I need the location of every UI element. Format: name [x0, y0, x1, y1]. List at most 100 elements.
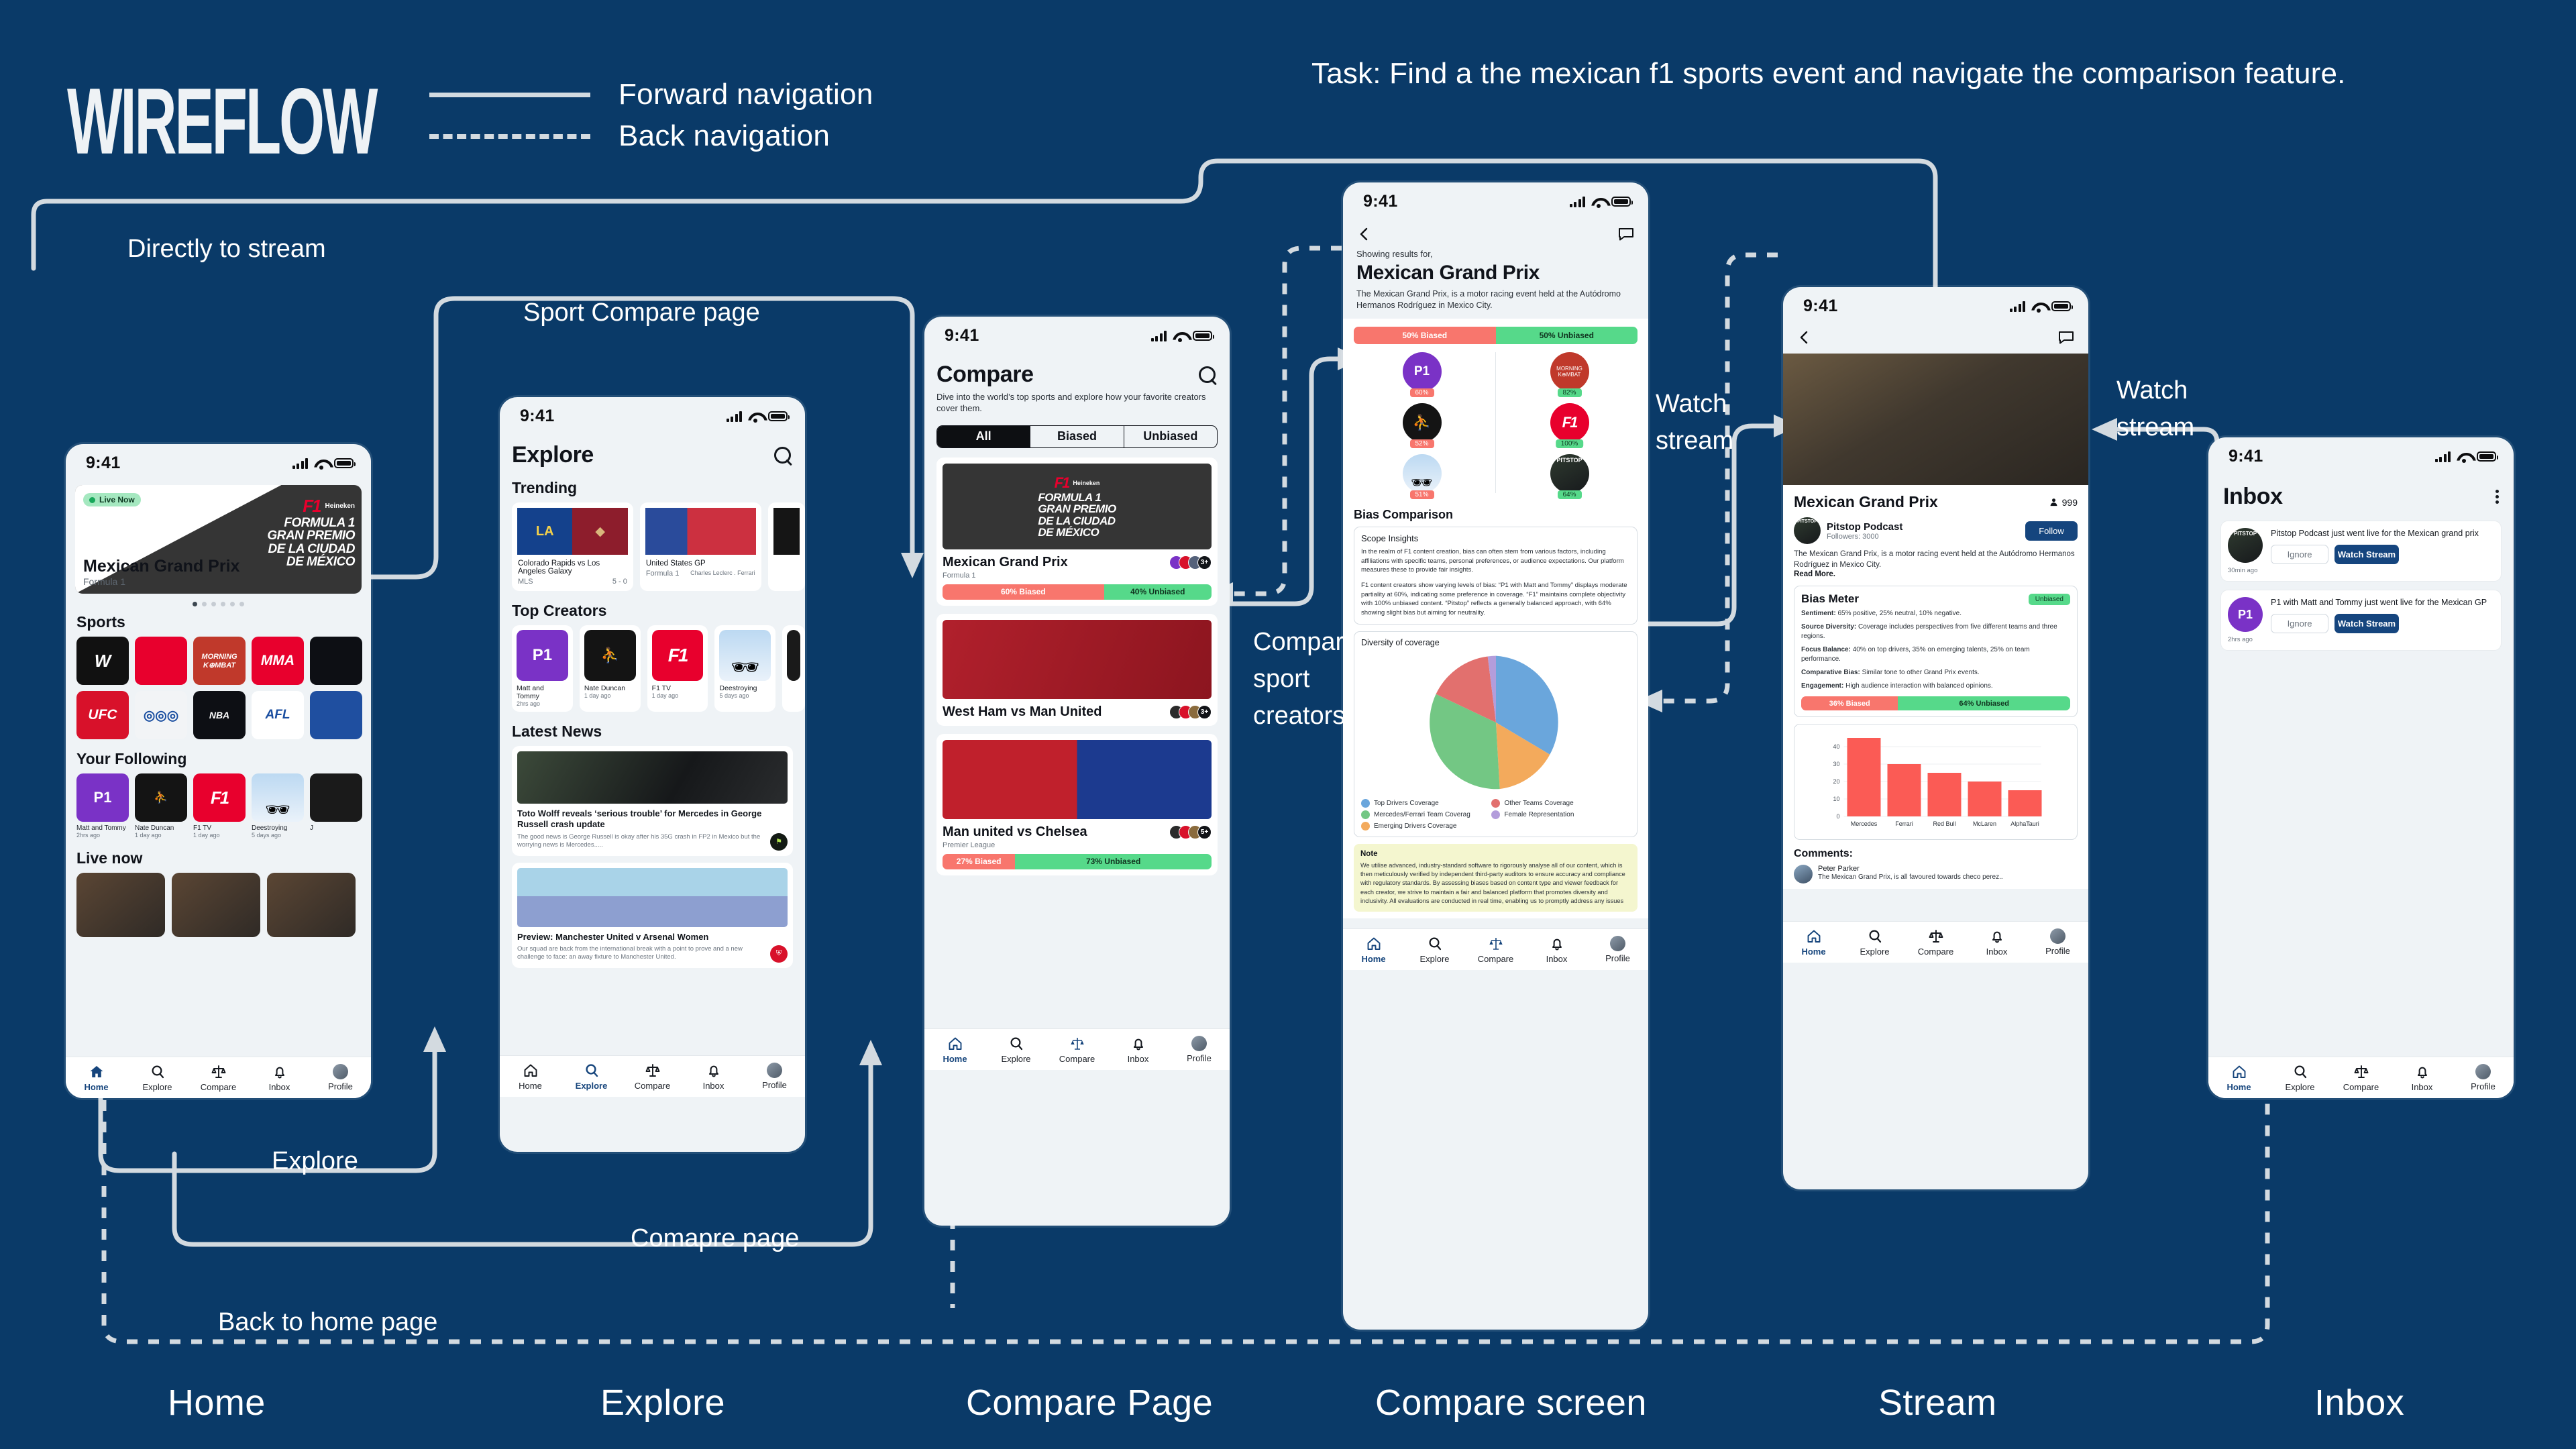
- tab-bar[interactable]: Home Explore Compare Inbox Profile: [2208, 1057, 2514, 1098]
- news-excerpt: Our squad are back from the internationa…: [517, 945, 743, 961]
- tab-explore[interactable]: Explore: [1405, 936, 1463, 964]
- news-card[interactable]: Preview: Manchester United v Arsenal Wom…: [512, 862, 793, 968]
- ignore-button[interactable]: Ignore: [2271, 614, 2328, 634]
- watch-stream-button[interactable]: Watch Stream: [2334, 545, 2399, 565]
- sport-tile-olympics[interactable]: ◎◎◎: [135, 691, 187, 739]
- tab-inbox[interactable]: Inbox: [1968, 928, 2025, 957]
- search-icon[interactable]: [1197, 365, 1218, 385]
- tab-profile[interactable]: Profile: [1170, 1036, 1228, 1063]
- sport-tile-wwe[interactable]: W: [76, 637, 129, 685]
- annotation-compare-page: Comapre page: [631, 1224, 800, 1252]
- tab-home[interactable]: Home: [926, 1036, 983, 1064]
- stream-video[interactable]: [1783, 354, 2088, 485]
- compare-item-card[interactable]: Man united vs Chelsea 5+ Premier League …: [936, 733, 1218, 875]
- read-more-link[interactable]: Read More.: [1794, 570, 2078, 578]
- tab-profile[interactable]: Profile: [2454, 1064, 2512, 1091]
- sport-tile-ufc[interactable]: UFC: [76, 691, 129, 739]
- sport-tile-f1[interactable]: F1: [135, 637, 187, 685]
- tab-compare[interactable]: Compare: [189, 1064, 247, 1092]
- following-card[interactable]: ⛹ Nate Duncan 1 day ago: [135, 773, 187, 839]
- filter-biased[interactable]: Biased: [1030, 425, 1124, 447]
- tab-home[interactable]: Home: [501, 1063, 559, 1091]
- chat-icon[interactable]: [1617, 226, 1635, 242]
- sport-tile-afl[interactable]: AFL: [252, 691, 304, 739]
- tab-home[interactable]: Home: [2210, 1064, 2267, 1092]
- following-card[interactable]: P1 Matt and Tommy 2hrs ago: [76, 773, 129, 839]
- watch-stream-button[interactable]: Watch Stream: [2334, 614, 2399, 634]
- tab-inbox[interactable]: Inbox: [684, 1063, 742, 1091]
- home-hero-card[interactable]: F1 Heineken FORMULA 1 GRAN PREMIO DE LA …: [75, 485, 362, 594]
- filter-all[interactable]: All: [937, 425, 1031, 447]
- tab-profile[interactable]: Profile: [311, 1064, 369, 1091]
- tab-profile[interactable]: Profile: [2029, 928, 2086, 956]
- creator-followers: Followers: 3000: [1827, 532, 1879, 541]
- creator-name: Pitstop Podcast: [1827, 521, 1903, 533]
- creator-card[interactable]: [782, 625, 805, 712]
- creator-card[interactable]: P1 Matt and Tommy 2hrs ago: [512, 625, 573, 712]
- back-icon[interactable]: [1796, 329, 1813, 345]
- live-now-card[interactable]: [267, 873, 356, 937]
- creator-bubble[interactable]: PITSTOP 64%: [1550, 454, 1589, 500]
- more-options-icon[interactable]: [2496, 490, 2499, 504]
- tab-compare[interactable]: Compare: [1907, 928, 1964, 957]
- following-card[interactable]: 🕶 Deestroying 5 days ago: [252, 773, 304, 839]
- tab-explore[interactable]: Explore: [987, 1036, 1044, 1064]
- trending-card[interactable]: LA ◆ Colorado Rapids vs Los Angeles Gala…: [512, 502, 633, 591]
- back-icon[interactable]: [1356, 226, 1373, 242]
- news-card[interactable]: Toto Wolff reveals ‘serious trouble’ for…: [512, 746, 793, 856]
- sport-tile-extra2[interactable]: [310, 691, 362, 739]
- tab-explore[interactable]: Explore: [128, 1064, 186, 1092]
- creator-bubble[interactable]: MORNING K⊕MBAT 82%: [1550, 352, 1589, 398]
- tab-home[interactable]: Home: [1344, 936, 1402, 964]
- creator-bubble[interactable]: P1 60%: [1402, 352, 1442, 398]
- tab-home[interactable]: Home: [1784, 928, 1842, 957]
- tab-inbox[interactable]: Inbox: [1527, 936, 1585, 964]
- carousel-dots[interactable]: [66, 602, 371, 606]
- creator-card[interactable]: F1 F1 TV 1 day ago: [647, 625, 708, 712]
- tab-bar[interactable]: Home Explore Compare Inbox Profile: [66, 1057, 371, 1098]
- creator-avatar[interactable]: PITSTOP: [1794, 517, 1821, 544]
- tab-explore[interactable]: Explore: [562, 1063, 620, 1091]
- filter-segmented-control[interactable]: All Biased Unbiased: [936, 425, 1218, 448]
- tab-explore[interactable]: Explore: [2271, 1064, 2328, 1092]
- creator-card[interactable]: ⛹ Nate Duncan 1 day ago: [579, 625, 641, 712]
- sport-tile-morning-kombat[interactable]: MORNING K⊕MBAT: [193, 637, 246, 685]
- tab-inbox[interactable]: Inbox: [250, 1064, 308, 1092]
- tab-bar[interactable]: Home Explore Compare Inbox Profile: [500, 1055, 805, 1097]
- tab-compare[interactable]: Compare: [1466, 936, 1524, 964]
- filter-unbiased[interactable]: Unbiased: [1124, 426, 1217, 447]
- following-card[interactable]: F1 F1 TV 1 day ago: [193, 773, 246, 839]
- sport-tile-extra[interactable]: [310, 637, 362, 685]
- live-now-card[interactable]: [76, 873, 165, 937]
- tab-bar[interactable]: Home Explore Compare Inbox Profile: [1343, 928, 1648, 970]
- ignore-button[interactable]: Ignore: [2271, 545, 2328, 565]
- compare-item-card[interactable]: F1 Heineken FORMULA 1 GRAN PREMIO DE LA …: [936, 457, 1218, 606]
- sport-tile-nba[interactable]: NBA: [193, 691, 246, 739]
- tab-explore[interactable]: Explore: [1845, 928, 1903, 957]
- search-icon[interactable]: [773, 445, 793, 466]
- tab-profile[interactable]: Profile: [745, 1063, 803, 1090]
- inbox-notification[interactable]: PITSTOP 30min ago Pitstop Podcast just w…: [2220, 521, 2502, 582]
- tab-home[interactable]: Home: [67, 1064, 125, 1092]
- tab-inbox[interactable]: Inbox: [2393, 1064, 2451, 1092]
- chat-icon[interactable]: [2057, 329, 2075, 345]
- tab-profile[interactable]: Profile: [1589, 936, 1646, 963]
- tab-bar[interactable]: Home Explore Compare Inbox Profile: [1783, 921, 2088, 963]
- tab-compare[interactable]: Compare: [623, 1063, 681, 1091]
- following-card[interactable]: J: [310, 773, 362, 839]
- tab-bar[interactable]: Home Explore Compare Inbox Profile: [924, 1028, 1230, 1070]
- compare-item-card[interactable]: West Ham vs Man United 3+: [936, 613, 1218, 726]
- creator-bubble[interactable]: ⛹ 52%: [1402, 403, 1442, 449]
- tab-inbox[interactable]: Inbox: [1109, 1036, 1167, 1064]
- creator-card[interactable]: 🕶 Deestroying 5 days ago: [714, 625, 776, 712]
- trending-card[interactable]: United States GP Formula 1 Charles Lecle…: [639, 502, 761, 591]
- creator-bubble[interactable]: F1 100%: [1550, 403, 1589, 449]
- tab-compare[interactable]: Compare: [2332, 1064, 2390, 1092]
- live-now-card[interactable]: [172, 873, 260, 937]
- inbox-notification[interactable]: P1 2hrs ago P1 with Matt and Tommy just …: [2220, 590, 2502, 651]
- creator-bubble[interactable]: 🕶 51%: [1402, 454, 1442, 500]
- trending-card[interactable]: [767, 502, 805, 591]
- follow-button[interactable]: Follow: [2025, 521, 2078, 541]
- tab-compare[interactable]: Compare: [1048, 1036, 1106, 1064]
- sport-tile-mma[interactable]: MMA: [252, 637, 304, 685]
